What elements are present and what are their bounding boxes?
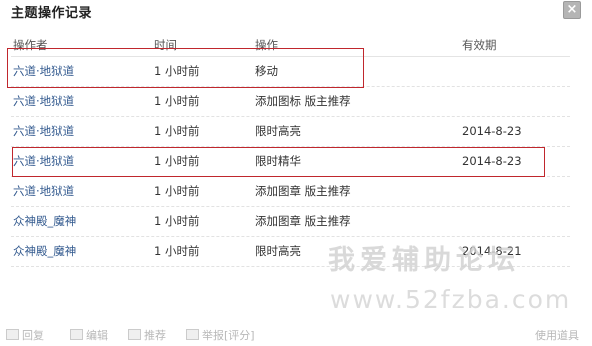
- table-row: 众神殿_魔神 1 小时前 添加图章 版主推荐: [11, 207, 570, 237]
- operator-link[interactable]: 六道·地狱道: [13, 117, 74, 146]
- validity-cell: 2014-8-23: [462, 124, 522, 138]
- validity-cell: 2014-8-23: [462, 154, 522, 168]
- operator-link[interactable]: 众神殿_魔神: [13, 207, 76, 236]
- time-cell: 1 小时前: [154, 154, 200, 168]
- table-row: 六道·地狱道 1 小时前 移动: [11, 57, 570, 87]
- table-row: 六道·地狱道 1 小时前 限时高亮 2014-8-23: [11, 117, 570, 147]
- action-cell: 移动: [255, 64, 278, 78]
- time-cell: 1 小时前: [154, 64, 200, 78]
- time-cell: 1 小时前: [154, 244, 200, 258]
- time-cell: 1 小时前: [154, 94, 200, 108]
- table-row: 六道·地狱道 1 小时前 添加图章 版主推荐: [11, 177, 570, 207]
- header-validity: 有效期: [462, 38, 497, 52]
- time-cell: 1 小时前: [154, 184, 200, 198]
- header-operator: 操作者: [13, 38, 48, 52]
- action-cell: 限时高亮: [255, 124, 301, 138]
- recommend-label: 推荐: [144, 329, 166, 342]
- edit-action[interactable]: 编辑: [70, 327, 108, 343]
- watermark-url: www.52fzba.com: [330, 285, 572, 314]
- report-action[interactable]: 举报[评分]: [186, 327, 255, 343]
- dialog-header: 主题操作记录 ×: [0, 0, 592, 22]
- header-time: 时间: [154, 38, 177, 52]
- time-cell: 1 小时前: [154, 124, 200, 138]
- table-row: 六道·地狱道 1 小时前 添加图标 版主推荐: [11, 87, 570, 117]
- operator-link[interactable]: 六道·地狱道: [13, 177, 74, 206]
- reply-icon: [6, 329, 19, 340]
- edit-label: 编辑: [86, 329, 108, 342]
- post-footer-actions: 回复 编辑 推荐 举报[评分] 使用道具: [0, 324, 592, 346]
- table-row: 六道·地狱道 1 小时前 限时精华 2014-8-23: [11, 147, 570, 177]
- operator-link[interactable]: 六道·地狱道: [13, 57, 74, 86]
- close-button[interactable]: ×: [563, 1, 581, 19]
- action-cell: 限时精华: [255, 154, 301, 168]
- action-cell: 添加图章 版主推荐: [255, 184, 351, 198]
- operator-link[interactable]: 众神殿_魔神: [13, 237, 76, 266]
- watermark-site-name: 我爱辅助论坛: [328, 245, 520, 276]
- operator-link[interactable]: 六道·地狱道: [13, 147, 74, 176]
- operation-log-table: 操作者 时间 操作 有效期 六道·地狱道 1 小时前 移动 六道·地狱道 1 小…: [11, 34, 570, 267]
- action-cell: 添加图标 版主推荐: [255, 94, 351, 108]
- report-icon: [186, 329, 199, 340]
- reply-label: 回复: [22, 329, 44, 342]
- operator-link[interactable]: 六道·地狱道: [13, 87, 74, 116]
- action-cell: 限时高亮: [255, 244, 301, 258]
- use-item-action[interactable]: 使用道具: [535, 327, 579, 343]
- recommend-action[interactable]: 推荐: [128, 327, 166, 343]
- header-action: 操作: [255, 38, 278, 52]
- dialog-title: 主题操作记录: [11, 6, 93, 21]
- time-cell: 1 小时前: [154, 214, 200, 228]
- action-cell: 添加图章 版主推荐: [255, 214, 351, 228]
- edit-icon: [70, 329, 83, 340]
- recommend-icon: [128, 329, 141, 340]
- report-label: 举报[评分]: [202, 329, 255, 342]
- reply-action[interactable]: 回复: [6, 327, 44, 343]
- operation-log-dialog: 主题操作记录 × 操作者 时间 操作 有效期 六道·地狱道 1 小时前 移动 六…: [0, 0, 592, 346]
- table-header-row: 操作者 时间 操作 有效期: [11, 34, 570, 57]
